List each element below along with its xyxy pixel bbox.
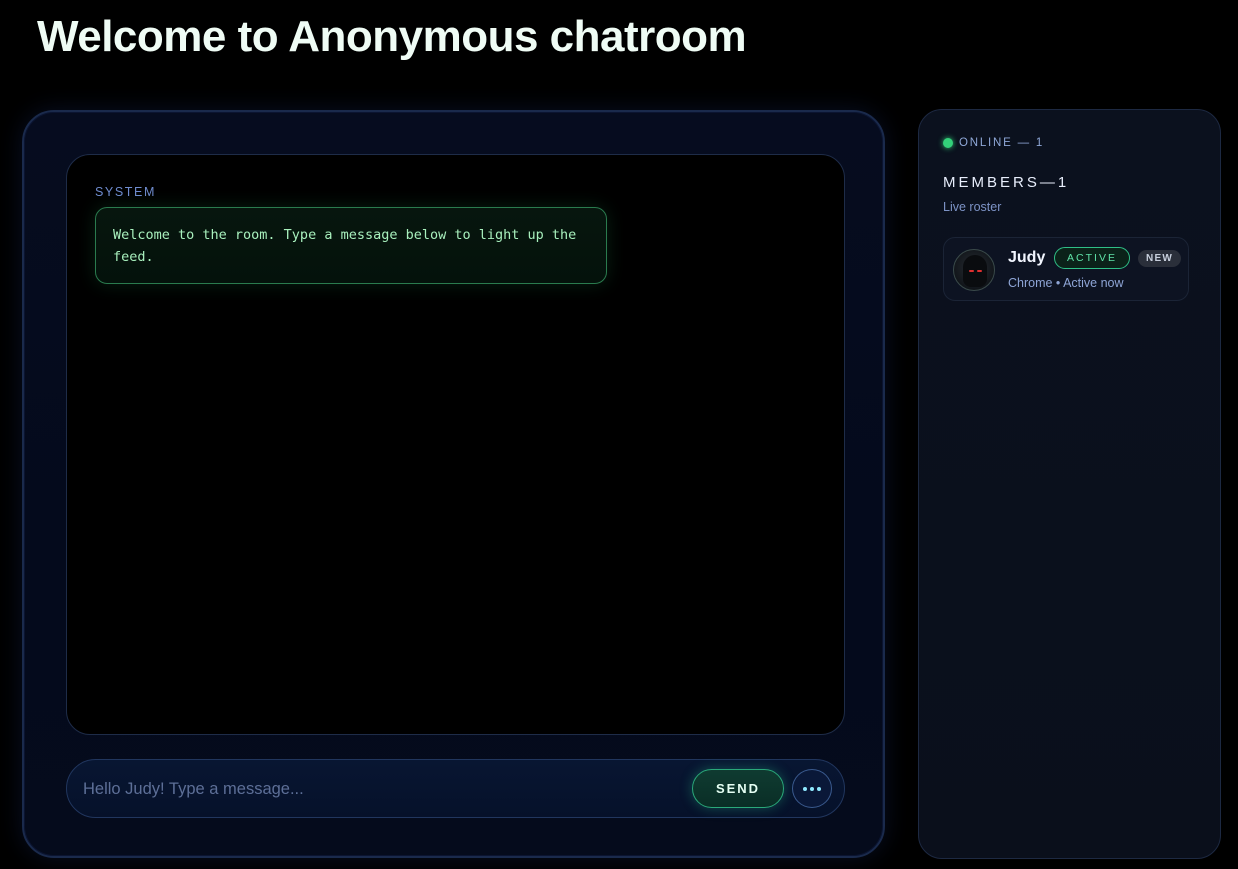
message-composer: SEND bbox=[66, 759, 845, 818]
member-name: Judy bbox=[1008, 249, 1046, 266]
hooded-figure-avatar-icon bbox=[963, 255, 987, 287]
online-dot-icon bbox=[943, 138, 953, 148]
online-count: ONLINE — 1 bbox=[959, 137, 1045, 149]
message-bubble: Welcome to the room. Type a message belo… bbox=[95, 207, 607, 284]
page-title: Welcome to Anonymous chatroom bbox=[37, 12, 747, 61]
members-title: MEMBERS—1 bbox=[943, 174, 1070, 191]
members-sidebar: ONLINE — 1 MEMBERS—1 Live roster Judy AC… bbox=[918, 109, 1221, 859]
send-button[interactable]: SEND bbox=[692, 769, 784, 808]
message-input[interactable] bbox=[83, 775, 683, 803]
more-options-button[interactable] bbox=[792, 769, 832, 808]
chat-panel: SYSTEM Welcome to the room. Type a messa… bbox=[22, 110, 885, 858]
member-card[interactable]: Judy ACTIVE NEW Chrome • Active now bbox=[943, 237, 1189, 301]
roster-subtitle: Live roster bbox=[943, 200, 1002, 214]
member-meta: Chrome • Active now bbox=[1008, 276, 1124, 290]
message-feed[interactable]: SYSTEM Welcome to the room. Type a messa… bbox=[66, 154, 845, 735]
online-status: ONLINE — 1 bbox=[943, 137, 1044, 149]
more-horizontal-icon bbox=[803, 786, 821, 791]
new-badge: NEW bbox=[1138, 250, 1181, 267]
message-sender: SYSTEM bbox=[95, 185, 156, 199]
status-badge: ACTIVE bbox=[1054, 247, 1130, 269]
avatar bbox=[953, 249, 995, 291]
